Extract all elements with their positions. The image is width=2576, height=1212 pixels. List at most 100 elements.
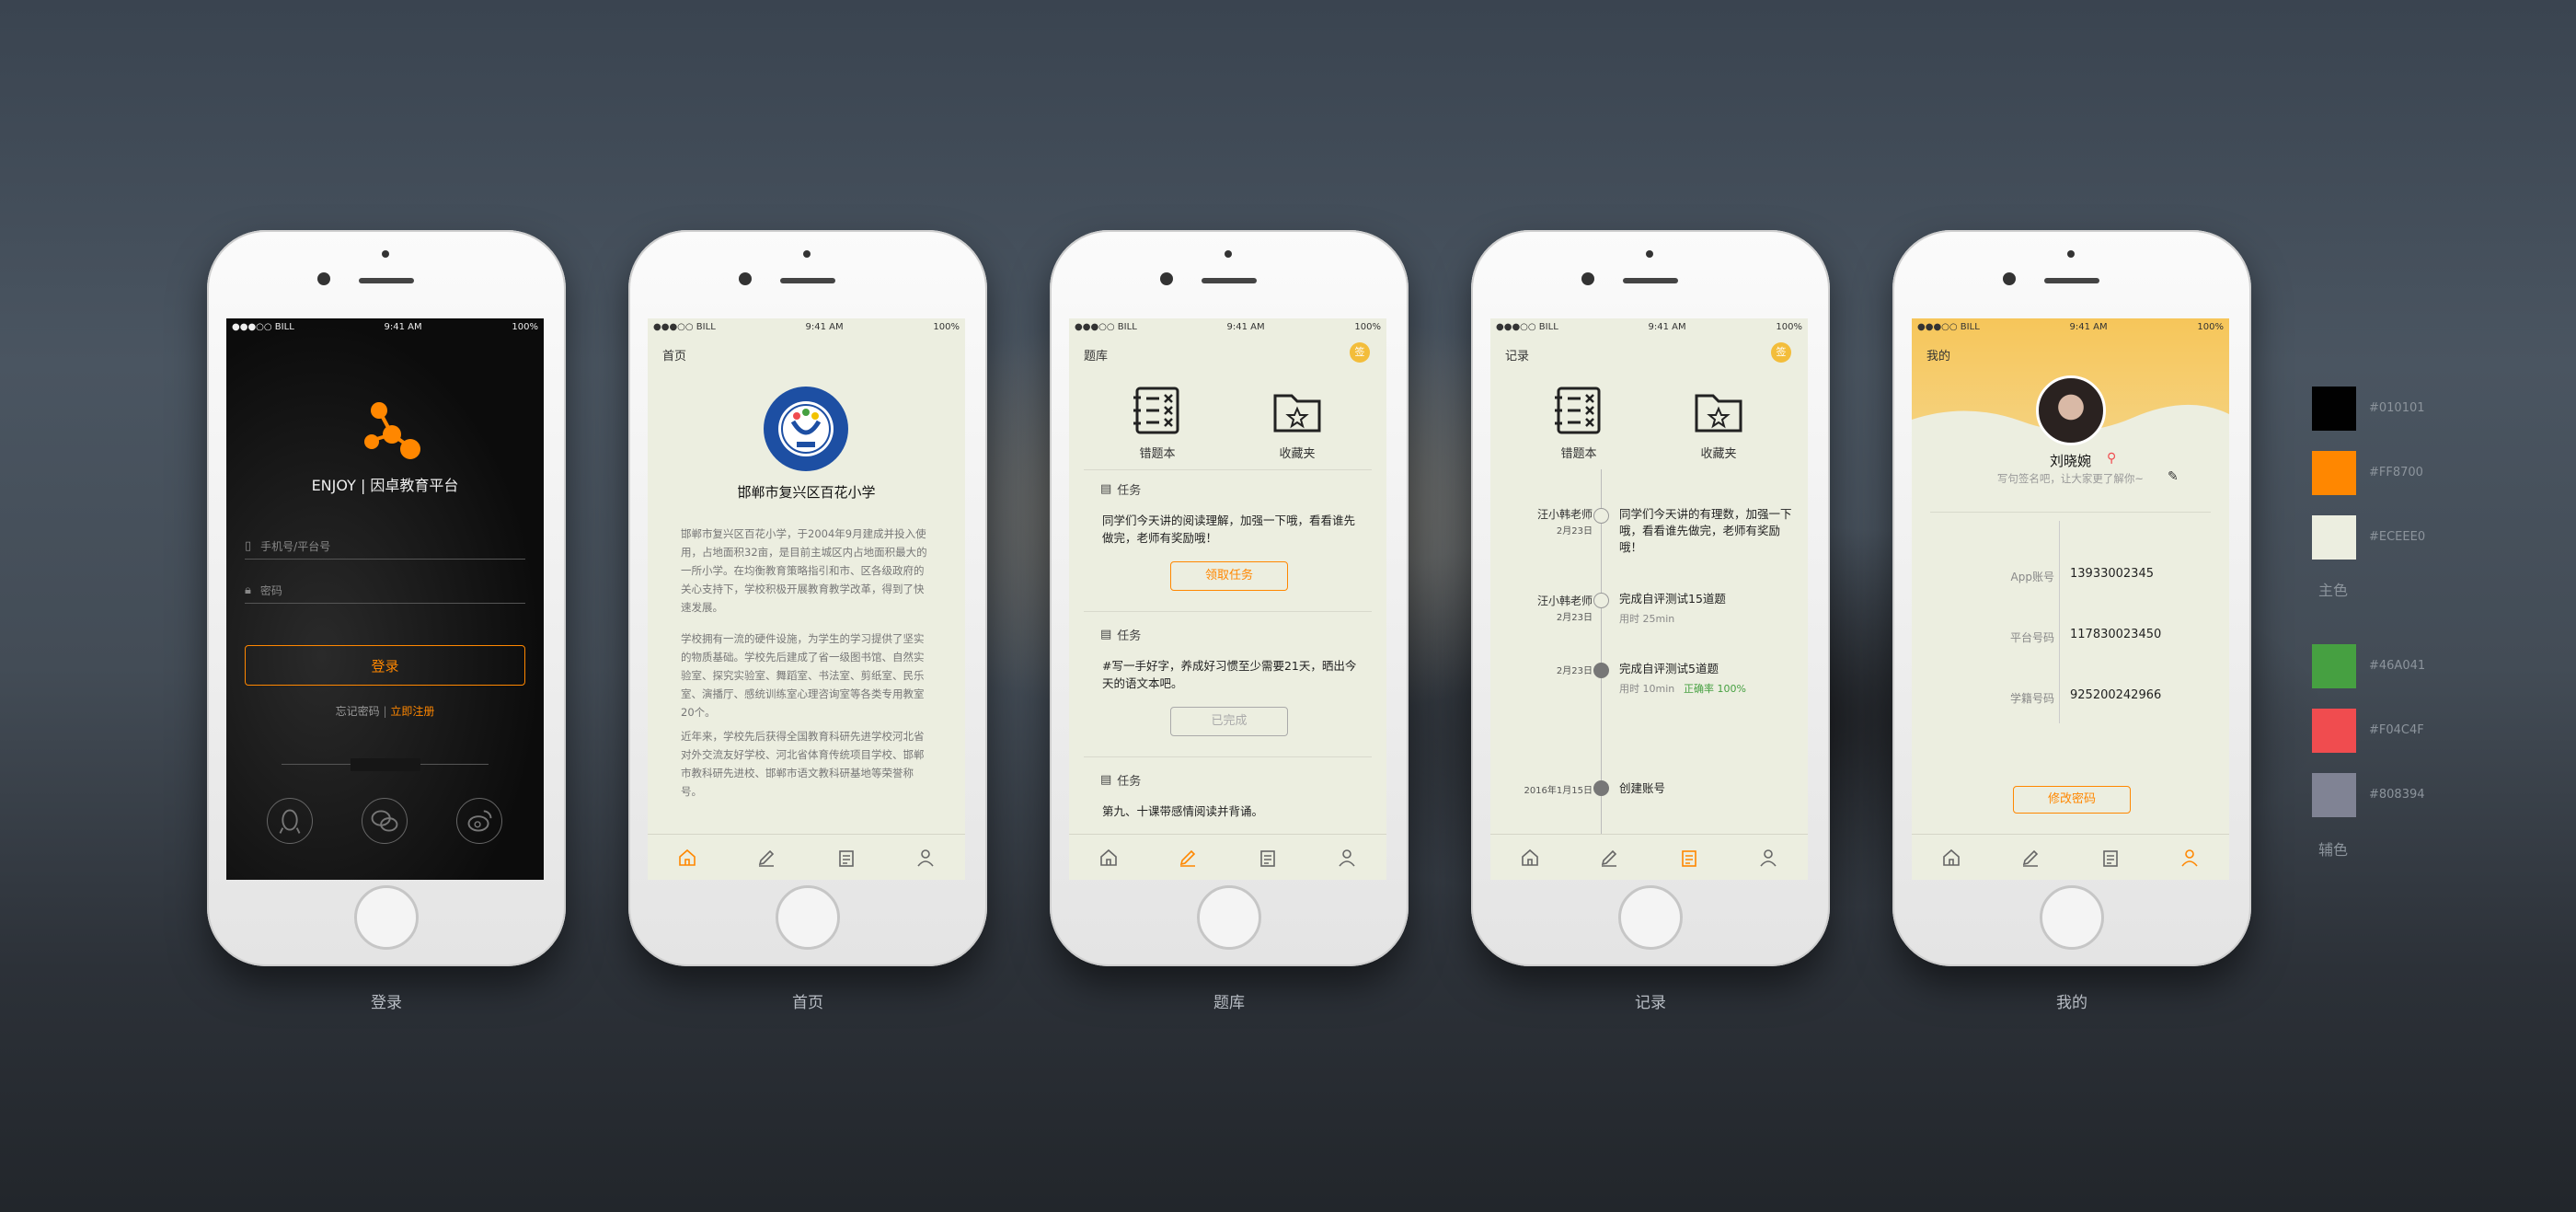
wechat-icon[interactable] [362, 798, 408, 844]
status-bar: ●●●○○ BILL 9:41 AM 100% [1490, 318, 1808, 335]
tab-clipboard-icon[interactable] [2099, 847, 2122, 869]
tab-bar [1069, 834, 1386, 880]
caption-bank: 题库 [1213, 994, 1245, 1012]
divider [1084, 611, 1372, 612]
status-bar: ●●●○○ BILL 9:41 AM 100% [1912, 318, 2229, 335]
weibo-icon[interactable] [456, 798, 502, 844]
tab-user-icon[interactable] [1757, 847, 1779, 869]
timeline-date: 2016年1月15日 [1524, 786, 1593, 796]
tab-clipboard-icon[interactable] [835, 847, 857, 869]
divider [1084, 756, 1372, 757]
register-link[interactable]: 立即注册 [390, 705, 434, 718]
password-input[interactable]: 密码 [260, 583, 282, 598]
time: 9:41 AM [805, 321, 844, 332]
record-screen: ●●●○○ BILL 9:41 AM 100% 记录 签 错题本 收藏夹 汪小韩… [1490, 318, 1808, 880]
phone-home: ●●●○○ BILL 9:41 AM 100% 首页 邯郸市复兴区百花小学 邯郸… [628, 230, 987, 966]
calendar-icon: ▤ [1100, 628, 1112, 641]
tab-pencil-icon[interactable] [755, 847, 777, 869]
favorites-label: 收藏夹 [1700, 447, 1737, 461]
home-button[interactable] [1197, 885, 1261, 950]
enjoy-logo-icon [364, 402, 420, 459]
platform-number-label: 平台号码 [2009, 631, 2054, 644]
status-bar: ●●●○○ BILL 9:41 AM 100% [648, 318, 965, 335]
wrong-book-label: 错题本 [1139, 447, 1176, 461]
password-field[interactable]: 🔒︎ 密码 [245, 578, 525, 604]
caption-me: 我的 [2056, 994, 2087, 1012]
palette-aux-label: 辅色 [2318, 841, 2349, 859]
student-number-label: 学籍号码 [2009, 692, 2054, 705]
tab-home-icon[interactable] [1519, 847, 1541, 869]
carrier: ●●●○○ BILL [1917, 321, 1980, 332]
login-button[interactable]: 登录 [245, 645, 525, 686]
login-screen: ●●●○○ BILL 9:41 AM 100% ENJOY | 因卓教育平台 ▯… [226, 318, 544, 880]
tab-user-icon[interactable] [1336, 847, 1358, 869]
tab-bar [1490, 834, 1808, 880]
avatar[interactable] [2036, 375, 2106, 445]
calendar-icon: ▤ [1100, 773, 1112, 787]
bank-screen: ●●●○○ BILL 9:41 AM 100% 题库 签 错题本 收藏夹 ▤ 任务… [1069, 318, 1386, 880]
student-number-value: 925200242966 [2070, 688, 2162, 702]
home-button[interactable] [354, 885, 419, 950]
task-label: 任务 [1117, 629, 1142, 643]
profile-name: 刘晓婉 [2049, 453, 2091, 469]
favorites-folder-icon[interactable] [1270, 383, 1325, 438]
sign-in-badge[interactable]: 签 [1771, 342, 1791, 363]
caption-home: 首页 [792, 994, 823, 1012]
phone-login: ●●●○○ BILL 9:41 AM 100% ENJOY | 因卓教育平台 ▯… [207, 230, 566, 966]
time: 9:41 AM [1648, 321, 1686, 332]
change-password-button[interactable]: 修改密码 [2013, 786, 2131, 814]
tab-home-icon[interactable] [1098, 847, 1120, 869]
page-title: 我的 [1926, 350, 1951, 364]
wrong-book-icon[interactable] [1551, 383, 1606, 438]
search-icon: ⚲ [2107, 451, 2117, 466]
claim-task-button[interactable]: 领取任务 [1170, 561, 1288, 591]
sign-in-badge[interactable]: 签 [1350, 342, 1370, 363]
swatch-main-2 [2312, 451, 2356, 495]
battery: 100% [2197, 321, 2224, 332]
battery: 100% [1354, 321, 1381, 332]
tab-home-icon[interactable] [676, 847, 698, 869]
favorites-folder-icon[interactable] [1691, 383, 1746, 438]
home-button[interactable] [1618, 885, 1683, 950]
swatch-hex: #46A041 [2369, 659, 2426, 673]
caption-record: 记录 [1635, 994, 1666, 1012]
tab-home-icon[interactable] [1940, 847, 1962, 869]
home-button[interactable] [776, 885, 840, 950]
task-title-2: ▤ 任务 [1100, 626, 1141, 643]
forgot-password-link[interactable]: 忘记密码 [336, 705, 380, 718]
home-screen: ●●●○○ BILL 9:41 AM 100% 首页 邯郸市复兴区百花小学 邯郸… [648, 318, 965, 880]
task-text-3: 第九、十课带感情阅读并背诵。 [1102, 804, 1264, 818]
timeline-name: 汪小韩老师 [1536, 594, 1593, 607]
phone-me: ●●●○○ BILL 9:41 AM 100% 我的 刘晓婉 ⚲ 写句签名吧，让… [1892, 230, 2251, 966]
tab-user-icon[interactable] [914, 847, 937, 869]
intro-paragraph-3: 近年来，学校先后获得全国教育科研先进学校河北省对外交流友好学校、河北省体育传统项… [681, 730, 925, 798]
favorites-label: 收藏夹 [1279, 447, 1316, 461]
battery: 100% [1776, 321, 1802, 332]
timeline-date: 2月23日 [1556, 526, 1593, 537]
phone-field[interactable]: ▯ 手机号/平台号 [245, 534, 525, 560]
home-button[interactable] [2040, 885, 2104, 950]
tab-pencil-icon[interactable] [2019, 847, 2041, 869]
timeline-text: 创建账号 [1619, 781, 1666, 795]
tab-user-icon[interactable] [2179, 847, 2201, 869]
me-screen: ●●●○○ BILL 9:41 AM 100% 我的 刘晓婉 ⚲ 写句签名吧，让… [1912, 318, 2229, 880]
tab-clipboard-icon[interactable] [1257, 847, 1279, 869]
tab-pencil-icon[interactable] [1177, 847, 1199, 869]
edit-pencil-icon[interactable]: ✎ [2168, 469, 2179, 484]
tab-bar [648, 834, 965, 880]
qq-icon[interactable] [267, 798, 313, 844]
tab-pencil-icon[interactable] [1598, 847, 1620, 869]
tab-clipboard-icon[interactable] [1678, 847, 1700, 869]
swatch-main-1 [2312, 387, 2356, 431]
task-label: 任务 [1117, 484, 1142, 498]
battery: 100% [512, 321, 538, 332]
check-icon [1593, 663, 1609, 678]
info-line [2059, 521, 2060, 723]
time: 9:41 AM [1226, 321, 1265, 332]
signature[interactable]: 写句签名吧，让大家更了解你~ [1912, 471, 2229, 486]
intro-paragraph-2: 学校拥有一流的硬件设施，为学生的学习提供了坚实的物质基础。学校先后建成了省一级图… [681, 632, 925, 719]
task-title-1: ▤ 任务 [1100, 480, 1141, 498]
phone-input[interactable]: 手机号/平台号 [260, 538, 330, 554]
wrong-book-icon[interactable] [1130, 383, 1185, 438]
completed-button[interactable]: 已完成 [1170, 707, 1288, 736]
